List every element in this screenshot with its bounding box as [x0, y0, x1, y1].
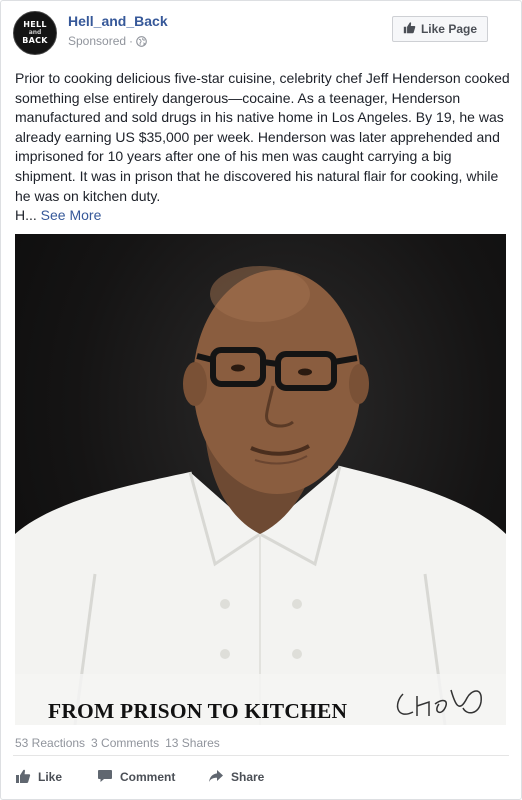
post-text: Prior to cooking delicious five-star cui… [15, 70, 510, 204]
speech-bubble-icon [97, 768, 113, 787]
reactions-count[interactable]: 53 Reactions [15, 736, 85, 750]
share-button[interactable]: Share [208, 764, 264, 790]
chef-portrait [15, 266, 506, 725]
post-body: Prior to cooking delicious five-star cui… [15, 69, 510, 226]
page-name-link[interactable]: Hell_and_Back [68, 13, 168, 29]
comments-count[interactable]: 3 Comments [91, 736, 159, 750]
meta-separator: · [129, 34, 134, 48]
see-more-link[interactable]: See More [41, 207, 102, 223]
post-image[interactable]: FROM PRISON TO KITCHEN [15, 234, 506, 725]
page-avatar[interactable]: HELL and BACK [13, 11, 57, 55]
post-header: HELL and BACK Hell_and_Back Sponsored · … [1, 1, 521, 67]
avatar-text-hell: HELL [23, 20, 47, 29]
globe-icon[interactable] [136, 35, 147, 47]
like-button[interactable]: Like [15, 764, 62, 790]
share-label: Share [231, 770, 265, 784]
like-label: Like [38, 770, 63, 784]
thumbs-up-icon [403, 21, 416, 37]
like-page-label: Like Page [420, 22, 477, 36]
sponsored-post-card: HELL and BACK Hell_and_Back Sponsored · … [0, 0, 522, 800]
comment-label: Comment [120, 770, 176, 784]
image-caption: FROM PRISON TO KITCHEN [48, 699, 348, 723]
post-text-truncated: H... [15, 207, 37, 224]
sponsored-label[interactable]: Sponsored [68, 34, 126, 48]
share-arrow-icon [208, 768, 224, 787]
post-actions: Like Comment Share [1, 756, 521, 796]
sponsored-meta: Sponsored · [68, 34, 147, 48]
comment-button[interactable]: Comment [97, 764, 175, 790]
avatar-text-back: BACK [22, 36, 48, 45]
like-page-button[interactable]: Like Page [391, 16, 488, 42]
engagement-stats: 53 Reactions 3 Comments 13 Shares [15, 736, 220, 750]
shares-count[interactable]: 13 Shares [165, 736, 220, 750]
thumbs-up-icon [15, 768, 31, 787]
